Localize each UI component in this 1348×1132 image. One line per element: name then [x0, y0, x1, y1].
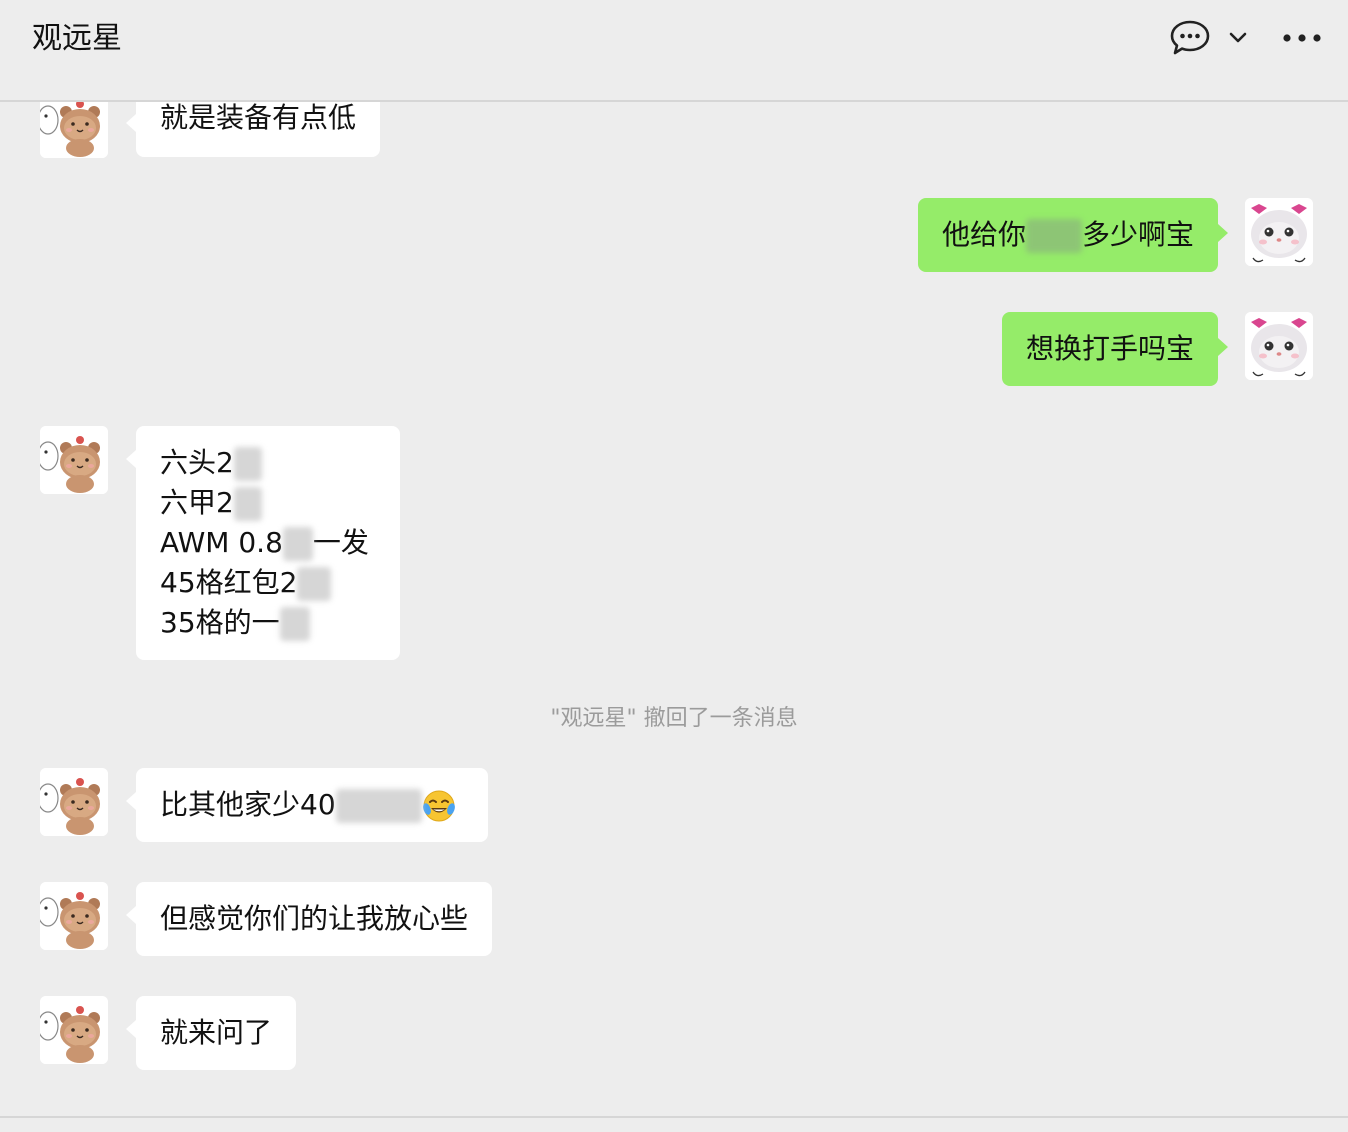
redacted-text — [335, 789, 422, 823]
contact-avatar[interactable] — [40, 768, 108, 836]
contact-avatar[interactable] — [40, 882, 108, 950]
redacted-text — [297, 567, 332, 601]
message-item: 就是装备有点低 — [0, 102, 600, 170]
message-text: 想换打手吗宝 — [1026, 332, 1195, 365]
message-bubble[interactable]: 就来问了 — [126, 996, 296, 1070]
self-avatar[interactable] — [1245, 312, 1313, 380]
message-bubble[interactable]: 比其他家少40 — [126, 768, 488, 842]
message-bubble[interactable]: 六头2 六甲2 AWM 0.8 一发 45格红包2 35格的一 — [126, 426, 400, 660]
message-bubble[interactable]: 他给你 多少啊宝 — [918, 198, 1228, 272]
message-item: 六头2 六甲2 AWM 0.8 一发 45格红包2 35格的一 — [0, 426, 600, 666]
redacted-text — [279, 607, 310, 641]
self-avatar[interactable] — [1245, 198, 1313, 266]
contact-avatar[interactable] — [40, 996, 108, 1064]
redacted-text — [233, 447, 262, 481]
message-line: 六甲2 — [160, 483, 376, 523]
input-divider — [0, 1116, 1348, 1118]
chat-title: 观远星 — [32, 21, 122, 56]
message-line: 45格红包2 — [160, 563, 376, 603]
system-notice: "观远星" 撤回了一条消息 — [550, 706, 798, 731]
message-item: 就来问了 — [0, 996, 600, 1076]
contact-avatar[interactable] — [40, 102, 108, 158]
message-item: 比其他家少40 — [0, 768, 600, 848]
message-text: 比其他家少40 — [160, 788, 336, 821]
message-text: 就是装备有点低 — [160, 102, 357, 134]
message-item: 想换打手吗宝 — [0, 312, 1348, 392]
crying-laughing-emoji-icon — [422, 789, 456, 823]
message-text: 他给你 — [942, 218, 1027, 251]
message-bubble[interactable]: 但感觉你们的让我放心些 — [126, 882, 492, 956]
message-line: 六头2 — [160, 443, 376, 483]
message-list[interactable]: 就是装备有点低 他给你 多少啊宝 想换打手吗宝 六头2 六甲2 AWM 0.8 … — [0, 102, 1348, 1116]
more-icon[interactable] — [1280, 18, 1324, 58]
message-text: 多少啊宝 — [1082, 218, 1195, 251]
chat-bubble-icon[interactable] — [1168, 18, 1212, 58]
redacted-text — [1026, 219, 1083, 253]
message-line: AWM 0.8 一发 — [160, 526, 369, 561]
message-text: 就来问了 — [160, 1016, 273, 1049]
redacted-text — [233, 487, 262, 521]
contact-avatar[interactable] — [40, 426, 108, 494]
chat-header: 观远星 — [0, 0, 1348, 102]
message-line: 35格的一 — [160, 603, 376, 643]
redacted-text — [282, 527, 313, 561]
message-item: 但感觉你们的让我放心些 — [0, 882, 600, 962]
message-text: 但感觉你们的让我放心些 — [160, 902, 469, 935]
message-bubble[interactable]: 想换打手吗宝 — [1002, 312, 1228, 386]
message-item: 他给你 多少啊宝 — [0, 198, 1348, 278]
message-bubble[interactable]: 就是装备有点低 — [125, 102, 381, 157]
chevron-down-icon[interactable] — [1226, 18, 1250, 58]
chat-window: 观远星 就是装备有点低 他给你 多少啊宝 想换打手吗宝 六头2 六甲2 AWM … — [0, 0, 1348, 1132]
